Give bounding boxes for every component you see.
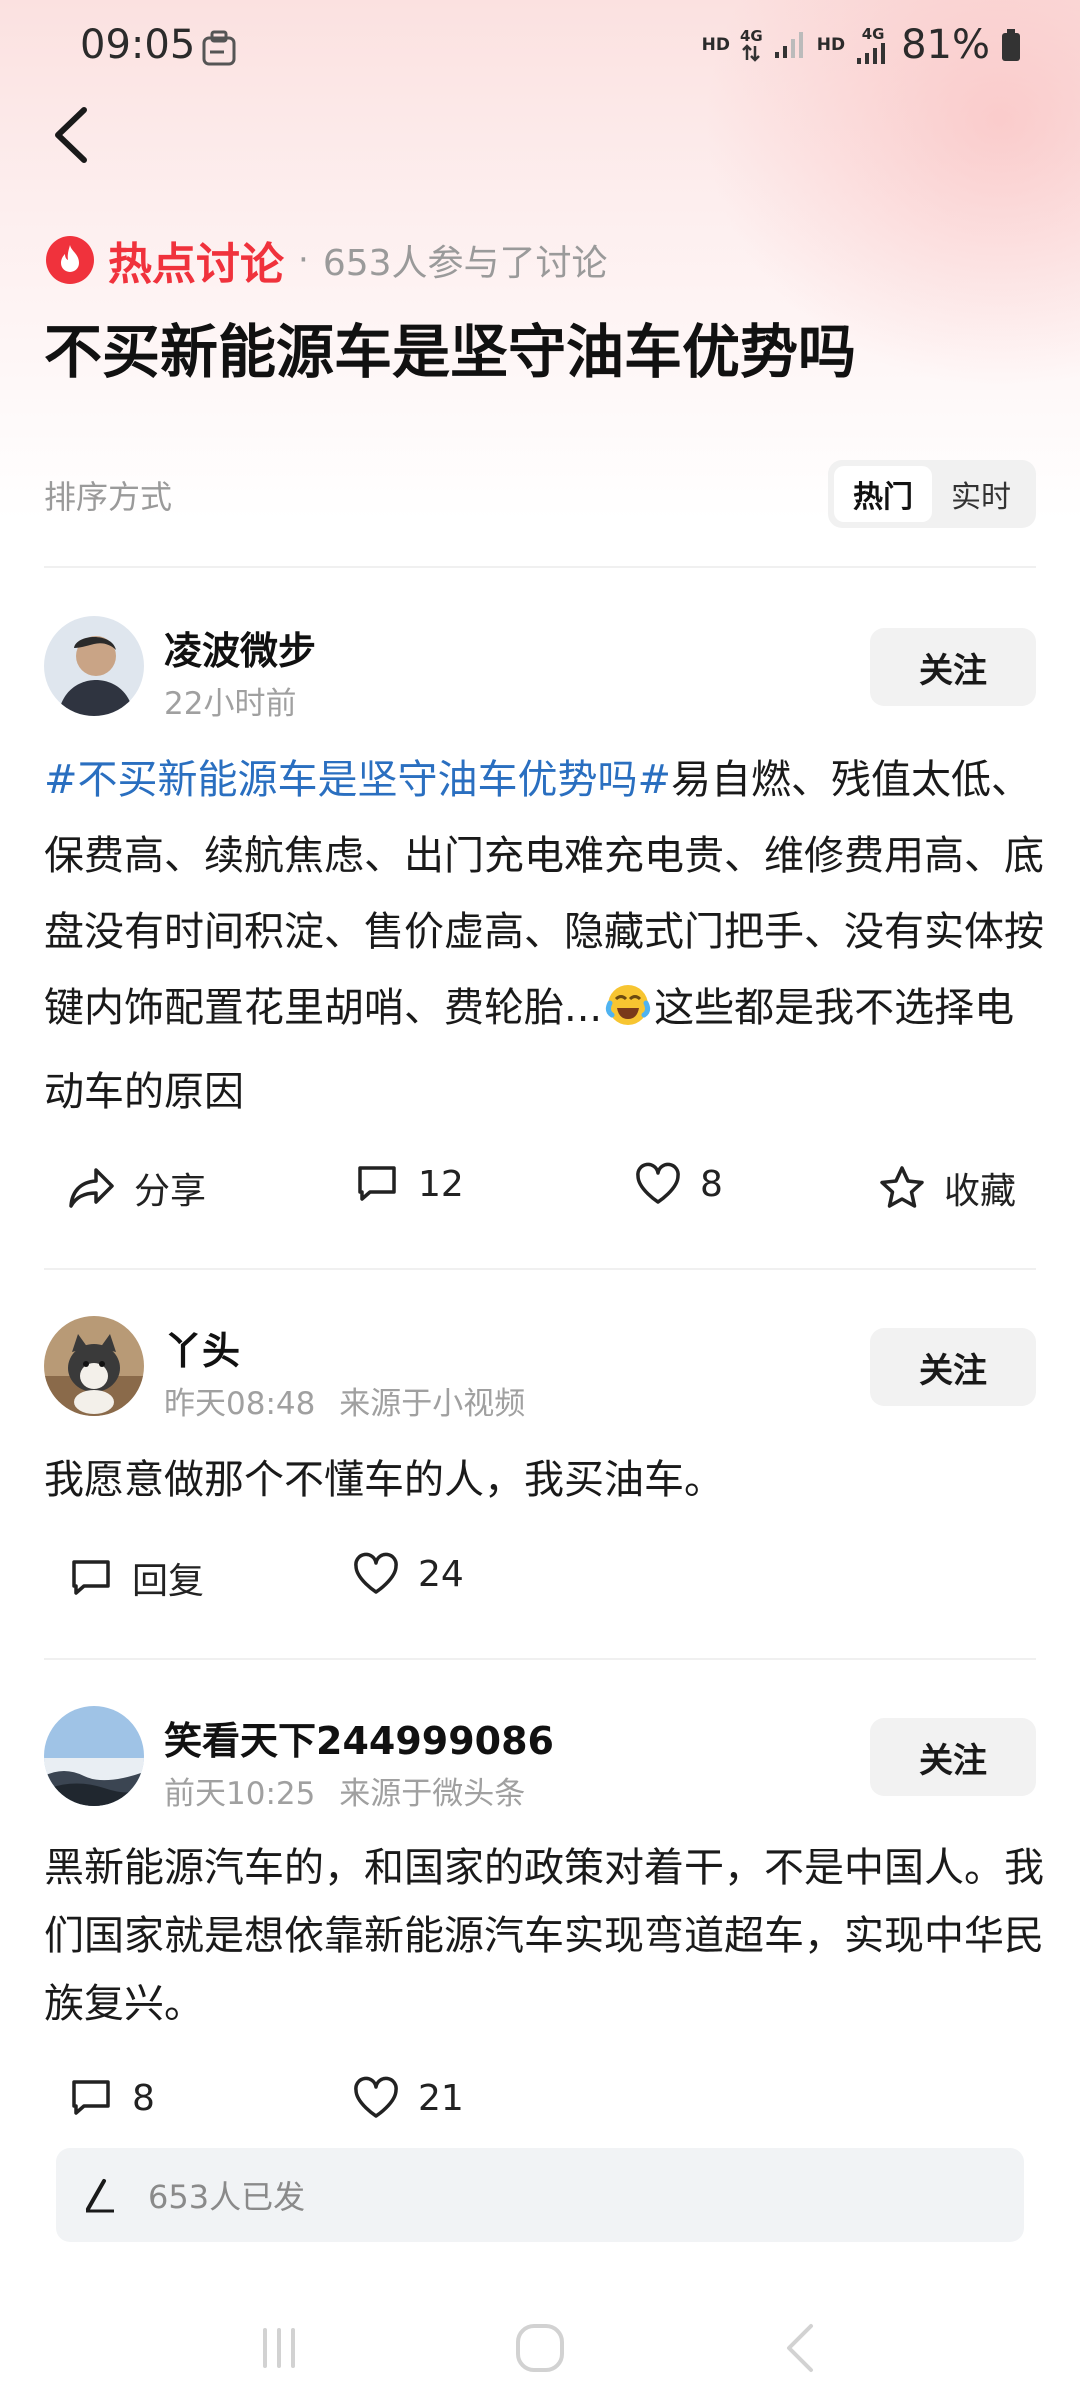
share-button[interactable]: 分享 (68, 1162, 206, 1214)
hd-label-1: HD (701, 34, 730, 55)
home-icon (515, 2324, 564, 2372)
post-text[interactable]: #不买新能源车是坚守油车优势吗#易自燃、残值太低、保费高、续航焦虑、出门充电难充… (44, 742, 1044, 1130)
battery-percent: 81% (901, 22, 990, 68)
avatar[interactable] (44, 1316, 144, 1416)
share-icon (69, 1168, 114, 1208)
comment-count: 12 (418, 1163, 464, 1205)
hot-flame-icon (46, 236, 94, 284)
follow-button[interactable]: 关注 (870, 1718, 1036, 1796)
post-text[interactable]: 黑新能源汽车的，和国家的政策对着干，不是中国人。我们国家就是想依靠新能源汽车实现… (44, 1834, 1044, 2038)
share-label: 分享 (134, 1171, 207, 1212)
reply-button[interactable]: 回复 (68, 1552, 204, 1604)
post-source: 来源于微头条 (339, 1776, 526, 1812)
signal-icon-1 (774, 32, 803, 58)
star-icon (880, 1166, 924, 1208)
topic-header: 热点讨论 · 653人参与了讨论 (44, 228, 608, 292)
username[interactable]: 丫头 (164, 1320, 240, 1375)
topic-label: 热点讨论 (108, 239, 284, 290)
heart-icon (636, 1162, 680, 1204)
follow-button[interactable]: 关注 (870, 1328, 1036, 1406)
post-source: 来源于小视频 (339, 1386, 526, 1422)
separator-dot: · (298, 240, 309, 280)
status-bar-right: HD 4G HD 4G 81% (702, 22, 1022, 68)
post-text[interactable]: 我愿意做那个不懂车的人，我买油车。 (44, 1442, 1044, 1518)
comment-icon (72, 1560, 110, 1595)
battery-icon (1002, 29, 1020, 61)
recent-apps-icon (262, 2328, 295, 2368)
heart-icon (354, 1552, 398, 1594)
favorite-button[interactable]: 收藏 (878, 1162, 1016, 1214)
username[interactable]: 笑看天下244999086 (164, 1710, 554, 1765)
pencil-icon (86, 2179, 114, 2213)
chevron-left-icon (55, 107, 87, 163)
post-meta: 前天10:25 来源于微头条 (164, 1768, 525, 1813)
post-meta: 昨天08:48 来源于小视频 (164, 1378, 525, 1423)
sort-toggle: 热门 实时 (828, 460, 1036, 528)
network-4g-1: 4G (740, 28, 763, 62)
compose-input[interactable]: 653人已发 (56, 2148, 1024, 2242)
follow-button[interactable]: 关注 (870, 628, 1036, 706)
hd-label-2: HD (816, 34, 846, 55)
like-count: 8 (700, 1163, 723, 1205)
compose-placeholder: 653人已发 (148, 2178, 306, 2216)
heart-icon (354, 2076, 398, 2118)
screenshot-notification-icon (200, 30, 240, 72)
sort-option-realtime[interactable]: 实时 (932, 466, 1030, 522)
like-count: 21 (418, 2077, 464, 2119)
comment-button[interactable]: 8 (68, 2076, 155, 2120)
like-button[interactable]: 21 (352, 2076, 464, 2120)
back-button[interactable] (44, 100, 100, 170)
like-count: 24 (418, 1553, 464, 1595)
post-time: 昨天08:48 (164, 1386, 316, 1422)
status-time: 09:05 (80, 22, 196, 68)
page-title: 不买新能源车是坚守油车优势吗 (44, 318, 857, 386)
like-button[interactable]: 8 (634, 1162, 723, 1206)
reply-label: 回复 (132, 1561, 205, 1602)
comment-count: 8 (132, 2077, 155, 2119)
sort-option-hot[interactable]: 热门 (834, 466, 932, 522)
sort-label: 排序方式 (44, 478, 173, 516)
comment-icon (72, 2080, 110, 2115)
avatar[interactable] (44, 616, 144, 716)
comment-icon (358, 1166, 396, 1201)
laughing-tears-emoji-icon (604, 978, 652, 1054)
divider (44, 1268, 1036, 1270)
system-navigation-bar (0, 2300, 1080, 2400)
network-4g-2: 4G (855, 26, 891, 64)
username[interactable]: 凌波微步 (164, 620, 316, 675)
favorite-label: 收藏 (944, 1171, 1017, 1212)
avatar[interactable] (44, 1706, 144, 1806)
hashtag-link[interactable]: #不买新能源车是坚守油车优势吗# (44, 757, 671, 803)
participant-count: 653人参与了讨论 (322, 243, 608, 284)
comment-button[interactable]: 12 (354, 1162, 464, 1206)
divider (44, 1658, 1036, 1660)
post-time: 22小时前 (164, 686, 297, 722)
home-button[interactable] (512, 2320, 568, 2380)
like-button[interactable]: 24 (352, 1552, 464, 1596)
post-time: 前天10:25 (164, 1776, 316, 1812)
chevron-left-icon (787, 2324, 814, 2372)
system-back-button[interactable] (777, 2320, 825, 2380)
recent-apps-button[interactable] (255, 2324, 303, 2376)
divider (44, 566, 1036, 568)
